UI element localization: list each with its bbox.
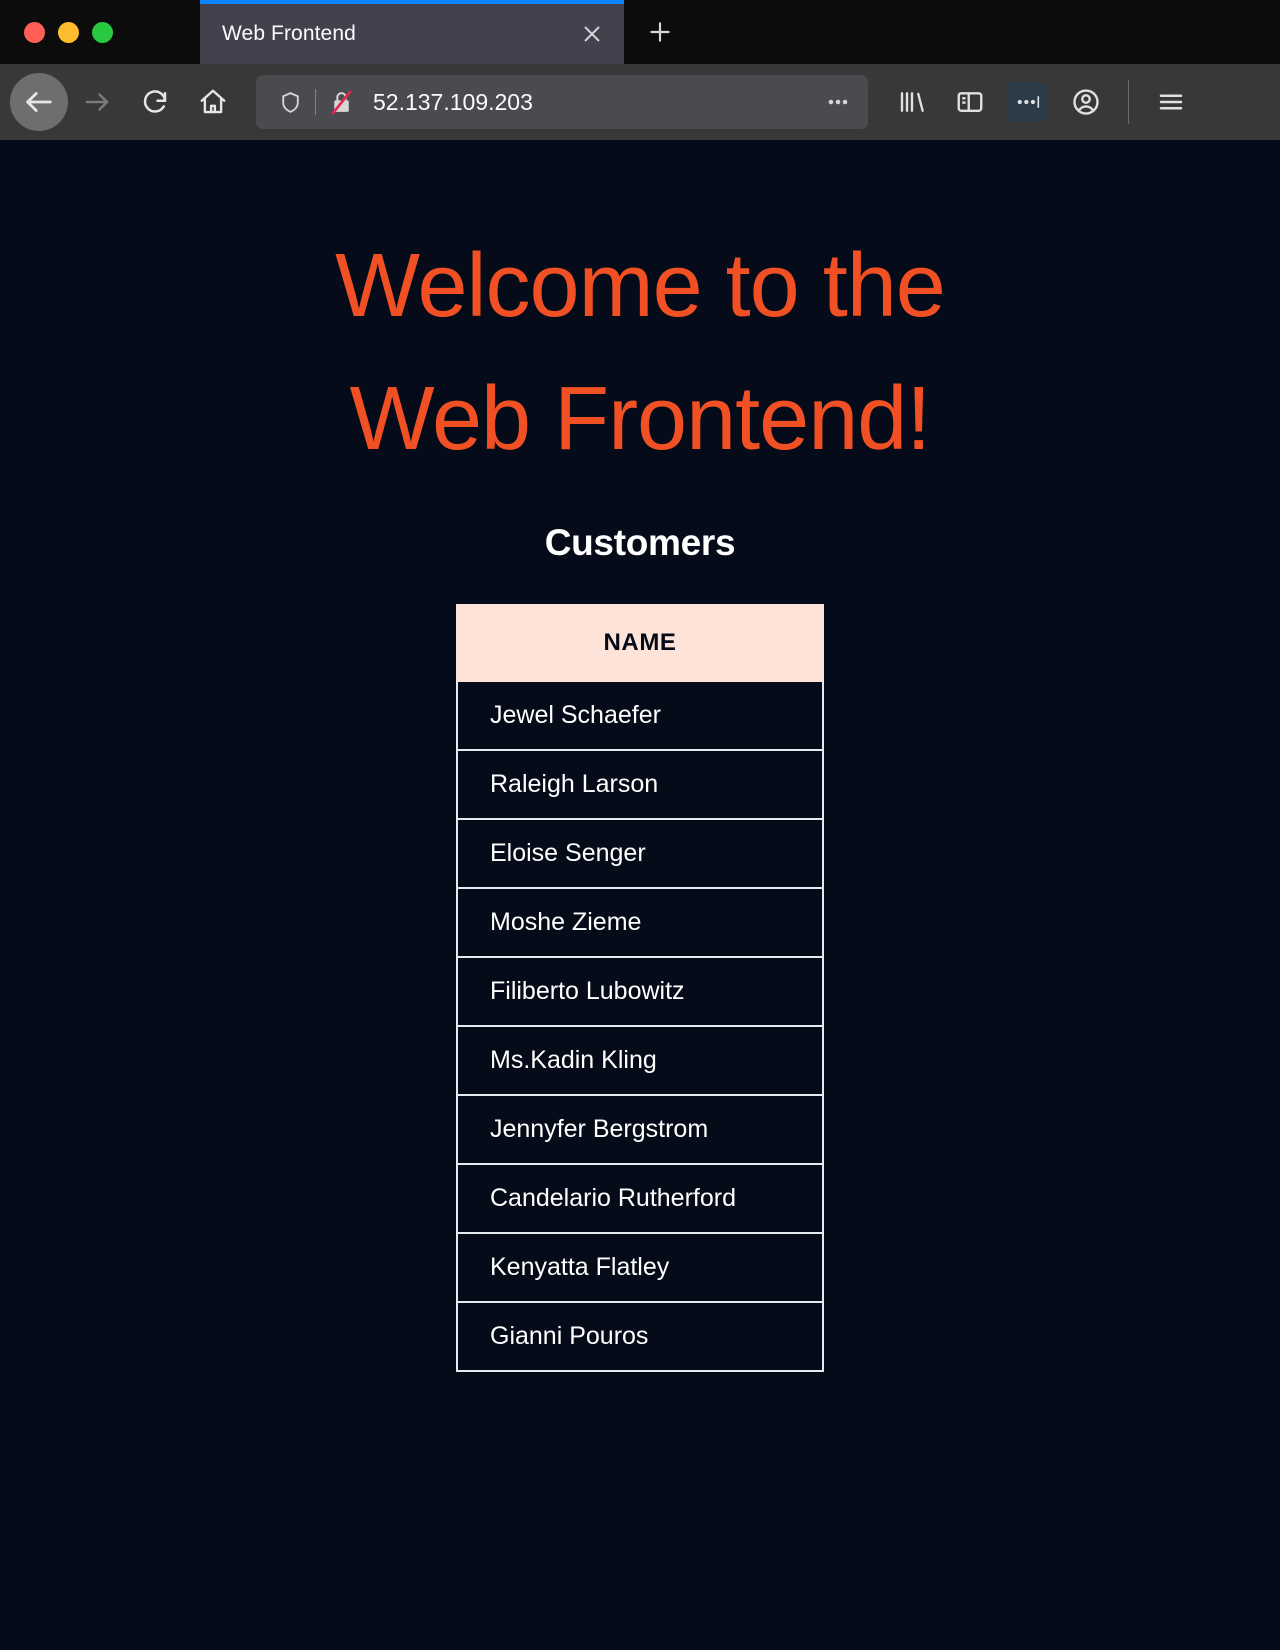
section-title: Customers bbox=[544, 522, 736, 564]
minimize-window-button[interactable] bbox=[58, 21, 79, 43]
cell-name: Filiberto Lubowitz bbox=[456, 956, 824, 1028]
cell-name: Moshe Zieme bbox=[456, 887, 824, 959]
column-header-name: NAME bbox=[456, 604, 824, 683]
table-row: Raleigh Larson bbox=[456, 749, 824, 821]
menu-icon[interactable] bbox=[1143, 74, 1199, 130]
table-header-row: NAME bbox=[456, 604, 824, 683]
page-title: Welcome to the Web Frontend! bbox=[335, 236, 946, 470]
browser-window: Web Frontend 52.137.109.203 Welcome to t… bbox=[0, 0, 1280, 1650]
maximize-window-button[interactable] bbox=[92, 21, 113, 43]
shield-icon[interactable] bbox=[270, 82, 310, 122]
reload-icon[interactable] bbox=[126, 73, 184, 131]
back-icon[interactable] bbox=[10, 73, 68, 131]
library-icon[interactable] bbox=[884, 74, 940, 130]
cell-name: Jennyfer Bergstrom bbox=[456, 1094, 824, 1166]
table-body: Jewel Schaefer Raleigh Larson Eloise Sen… bbox=[456, 680, 824, 1373]
titlebar-empty-area bbox=[696, 0, 1280, 64]
cell-name: Jewel Schaefer bbox=[456, 680, 824, 752]
url-text[interactable]: 52.137.109.203 bbox=[361, 89, 816, 116]
home-icon[interactable] bbox=[184, 73, 242, 131]
cell-name: Raleigh Larson bbox=[456, 749, 824, 821]
url-bar[interactable]: 52.137.109.203 bbox=[256, 75, 868, 129]
table-row: Jewel Schaefer bbox=[456, 680, 824, 752]
toolbar-divider bbox=[1128, 80, 1129, 124]
table-row: Jennyfer Bergstrom bbox=[456, 1094, 824, 1166]
table-row: Moshe Zieme bbox=[456, 887, 824, 959]
table-row: Gianni Pouros bbox=[456, 1301, 824, 1373]
forward-icon[interactable] bbox=[68, 73, 126, 131]
tab-title: Web Frontend bbox=[222, 22, 356, 45]
table-row: Kenyatta Flatley bbox=[456, 1232, 824, 1304]
cell-name: Kenyatta Flatley bbox=[456, 1232, 824, 1304]
table-row: Filiberto Lubowitz bbox=[456, 956, 824, 1028]
close-tab-icon[interactable] bbox=[574, 16, 610, 52]
table-head: NAME bbox=[456, 604, 824, 683]
title-bar: Web Frontend bbox=[0, 0, 1280, 64]
table-row: Ms.Kadin Kling bbox=[456, 1025, 824, 1097]
table-row: Eloise Senger bbox=[456, 818, 824, 890]
lock-crossed-icon[interactable] bbox=[321, 82, 361, 122]
window-controls bbox=[0, 0, 200, 64]
page-actions-icon[interactable] bbox=[816, 82, 860, 122]
new-tab-icon[interactable] bbox=[624, 0, 696, 64]
cell-name: Ms.Kadin Kling bbox=[456, 1025, 824, 1097]
customers-table-wrapper: NAME Jewel Schaefer Raleigh Larson Elois… bbox=[456, 604, 824, 1373]
cell-name: Eloise Senger bbox=[456, 818, 824, 890]
close-window-button[interactable] bbox=[24, 21, 45, 43]
toolbar-icons bbox=[884, 74, 1199, 130]
extension-icon[interactable] bbox=[1008, 82, 1048, 122]
sidebar-icon[interactable] bbox=[942, 74, 998, 130]
customers-table: NAME Jewel Schaefer Raleigh Larson Elois… bbox=[456, 604, 824, 1373]
table-row: Candelario Rutherford bbox=[456, 1163, 824, 1235]
cell-name: Candelario Rutherford bbox=[456, 1163, 824, 1235]
url-divider bbox=[315, 89, 316, 115]
tab-web-frontend[interactable]: Web Frontend bbox=[200, 0, 624, 64]
cell-name: Gianni Pouros bbox=[456, 1301, 824, 1373]
page-viewport: Welcome to the Web Frontend! Customers N… bbox=[0, 140, 1280, 1650]
account-icon[interactable] bbox=[1058, 74, 1114, 130]
navigation-toolbar: 52.137.109.203 bbox=[0, 64, 1280, 140]
